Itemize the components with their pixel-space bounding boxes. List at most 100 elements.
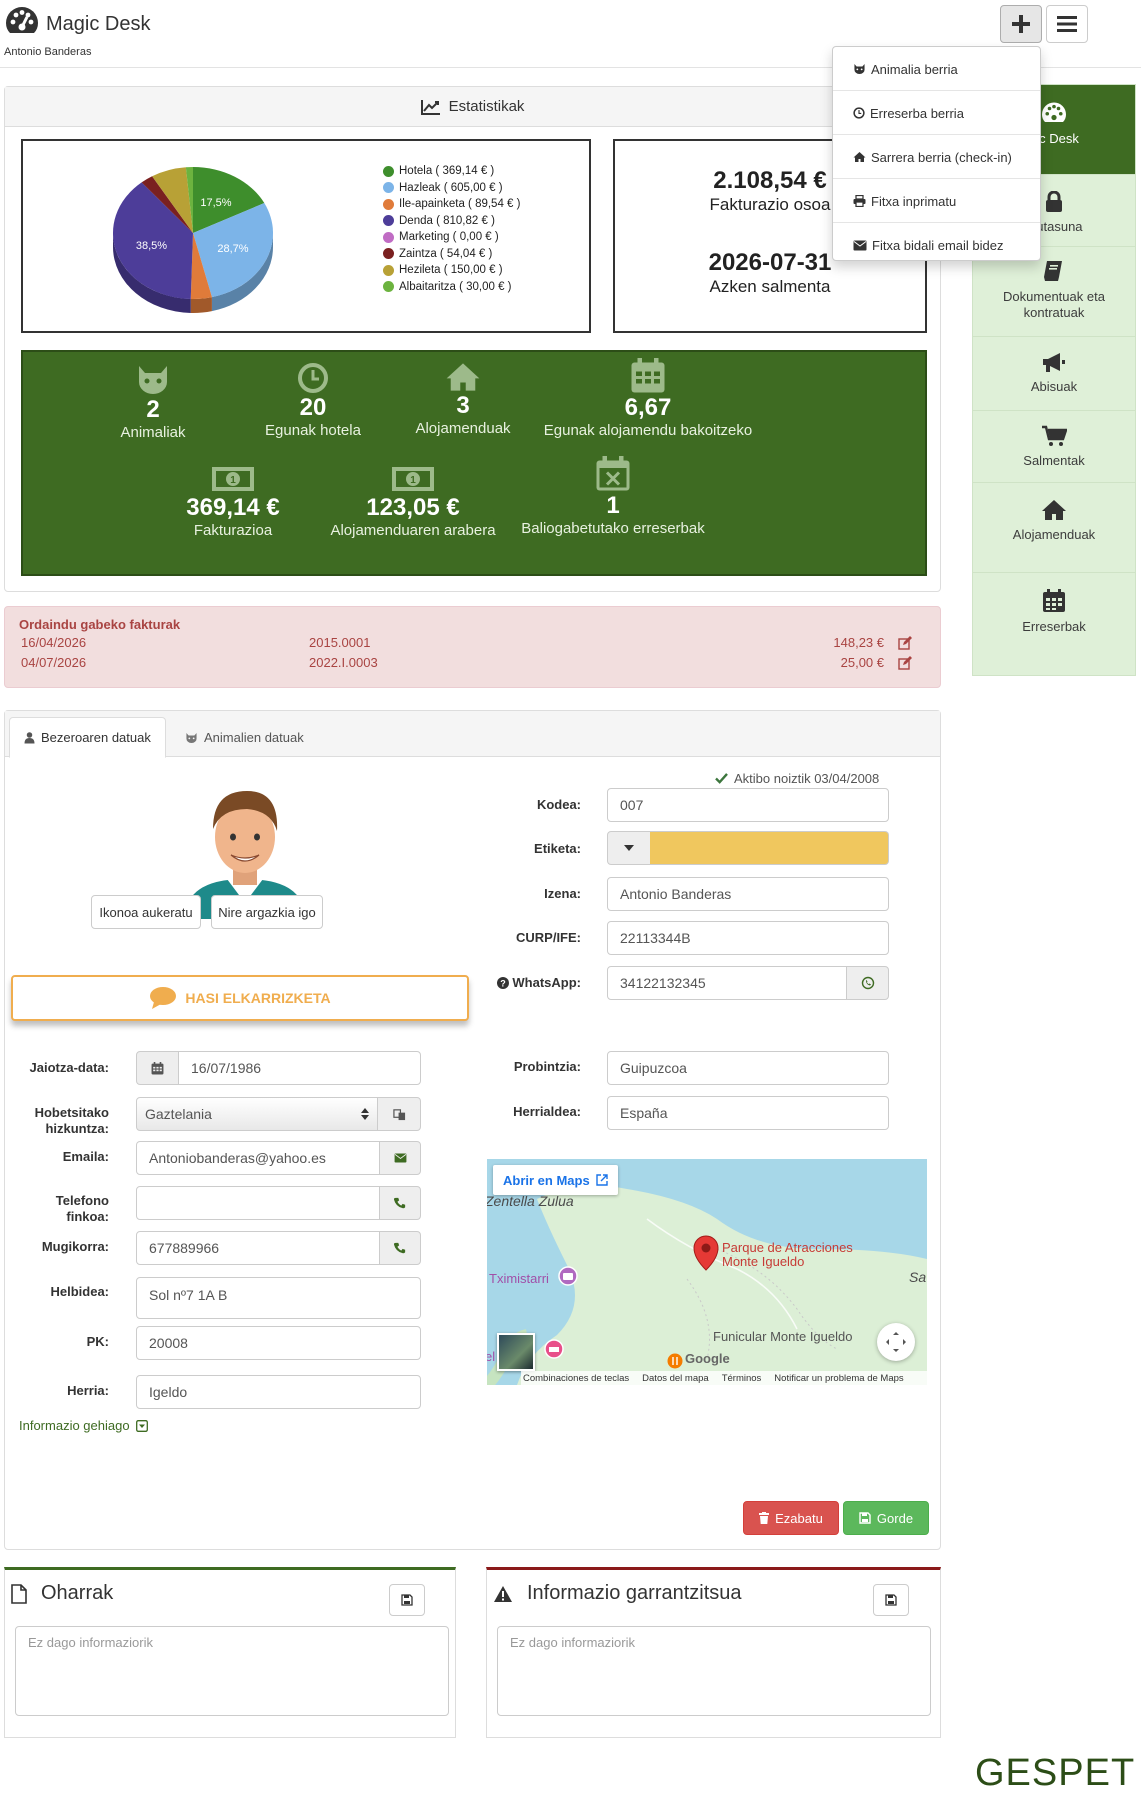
pie-slice-label: 28,7% <box>217 243 248 255</box>
language-select[interactable]: Gaztelania <box>136 1097 378 1131</box>
tab-label: Animalien datuak <box>204 730 304 745</box>
province-field[interactable]: Guipuzcoa <box>607 1051 889 1085</box>
menu-item-new-animal[interactable]: Animalia berria <box>833 47 1040 91</box>
code-field[interactable]: 007 <box>607 788 889 822</box>
curp-field[interactable]: 22113344B <box>607 921 889 955</box>
statistics-title: Estatistikak <box>448 98 525 115</box>
landline-field[interactable] <box>136 1186 380 1220</box>
zip-field[interactable]: 20008 <box>136 1326 421 1360</box>
sidebar-item-reservations[interactable]: Erreserbak <box>973 573 1135 663</box>
sidebar-item-alerts[interactable]: Abisuak <box>973 337 1135 411</box>
street-view-thumbnail[interactable] <box>497 1333 535 1371</box>
map-footer-link[interactable]: Combinaciones de teclas <box>523 1373 629 1384</box>
map-footer-link[interactable]: Términos <box>722 1373 762 1384</box>
table-row: 04/07/2026 2022.I.0003 25,00 € <box>5 655 940 675</box>
location-map[interactable]: Abrir en Maps Zentella Zulua Tximistarri… <box>487 1159 927 1385</box>
caret-down-icon <box>624 845 634 851</box>
line-chart-icon <box>420 99 440 115</box>
legend-entry: Zaintza ( 54,04 € ) <box>383 248 492 260</box>
tab-animal-data[interactable]: Animalien datuak <box>171 717 318 758</box>
kpi-billing-per-accommodation: 1 123,05 € Alojamenduaren arabera <box>323 464 503 539</box>
country-field[interactable]: España <box>607 1096 889 1130</box>
mobile-field[interactable]: 677889966 <box>136 1231 380 1265</box>
menu-toggle-button[interactable] <box>1046 5 1088 43</box>
last-sale-label: Azken salmenta <box>709 277 831 296</box>
call-mobile-button[interactable] <box>379 1231 421 1265</box>
lock-icon <box>1046 191 1062 212</box>
user-icon <box>24 731 35 743</box>
app-title: Magic Desk <box>46 13 151 35</box>
calendar-button[interactable] <box>136 1051 179 1085</box>
map-label: el <box>487 1349 496 1364</box>
sidebar-item-sales[interactable]: Salmentak <box>973 411 1135 483</box>
start-chat-button[interactable]: HASI ELKARRIZKETA <box>11 975 469 1021</box>
translate-icon <box>392 1108 405 1120</box>
kpi-value: 123,05 € <box>366 494 460 521</box>
delete-button[interactable]: Ezabatu <box>743 1501 839 1535</box>
kpi-value: 2 <box>146 396 160 423</box>
call-landline-button[interactable] <box>379 1186 421 1220</box>
book-icon <box>1044 261 1062 281</box>
restaurant-pin-icon[interactable] <box>667 1353 683 1369</box>
save-notes-button[interactable] <box>389 1584 425 1616</box>
city-field[interactable]: Igeldo <box>136 1375 421 1409</box>
tag-dropdown[interactable] <box>607 831 651 865</box>
menu-item-email-record[interactable]: Fitxa bidali email bidez <box>833 223 1040 267</box>
legend-entry: Hotela ( 369,14 € ) <box>383 165 494 177</box>
birth-label: Jaiotza-data: <box>29 1060 109 1075</box>
add-new-button[interactable] <box>1000 5 1042 43</box>
menu-item-print-record[interactable]: Fitxa inprimatu <box>833 179 1040 223</box>
envelope-icon <box>394 1153 406 1163</box>
fullscreen-button[interactable] <box>877 1323 915 1361</box>
floppy-icon <box>885 1594 897 1606</box>
tag-color-swatch[interactable] <box>650 831 889 865</box>
menu-item-new-checkin[interactable]: Sarrera berria (check-in) <box>833 135 1040 179</box>
file-icon <box>11 1583 27 1604</box>
name-field[interactable]: Antonio Banderas <box>607 877 889 911</box>
svg-text:?: ? <box>501 979 507 989</box>
address-field[interactable]: Sol nº7 1A B <box>136 1277 421 1319</box>
camera-pin-icon[interactable] <box>558 1266 578 1286</box>
hotel-pin-icon[interactable] <box>544 1339 564 1359</box>
calendar-icon <box>631 358 665 393</box>
whatsapp-field[interactable]: 34122132345 <box>607 966 847 1000</box>
province-label: Probintzia: <box>513 1059 581 1074</box>
question-circle-icon[interactable]: ? <box>497 977 510 989</box>
menu-item-new-reservation[interactable]: Erreserba berria <box>833 91 1040 135</box>
email-field[interactable]: Antoniobanderas@yahoo.es <box>136 1141 380 1175</box>
map-footer-link[interactable]: Notificar un problema de Maps <box>774 1373 903 1384</box>
important-info-textarea[interactable]: Ez dago informaziorik <box>497 1626 931 1716</box>
kpi-label: Alojamenduaren arabera <box>330 522 496 539</box>
save-button[interactable]: Gorde <box>843 1501 929 1535</box>
map-marker-icon[interactable] <box>692 1235 720 1271</box>
sidebar-item-accommodations[interactable]: Alojamenduak <box>973 483 1135 573</box>
save-important-info-button[interactable] <box>873 1584 909 1616</box>
birth-date-field[interactable]: 16/07/1986 <box>178 1051 421 1085</box>
upload-photo-button[interactable]: Nire argazkia igo <box>211 895 323 929</box>
statistics-panel: Estatistikak 17,5% 28,7% 38,5% Hotela ( 36… <box>4 86 941 592</box>
check-icon <box>715 773 728 784</box>
whatsapp-button[interactable] <box>846 966 889 1000</box>
dashboard-icon <box>1042 102 1066 122</box>
choose-icon-button[interactable]: Ikonoa aukeratu <box>91 895 201 929</box>
edit-icon[interactable] <box>898 656 912 673</box>
comment-icon <box>150 987 177 1009</box>
send-email-button[interactable] <box>379 1141 421 1175</box>
invoice-number: 2022.I.0003 <box>309 655 378 670</box>
legend-entry: Marketing ( 0,00 € ) <box>383 231 499 243</box>
tab-client-data[interactable]: Bezeroaren datuak <box>9 717 166 758</box>
notes-textarea[interactable]: Ez dago informaziorik <box>15 1626 449 1716</box>
home-icon <box>1042 500 1066 520</box>
address-label: Helbidea: <box>50 1284 109 1299</box>
map-footer-link[interactable]: Datos del mapa <box>642 1373 709 1384</box>
warning-icon <box>494 1585 512 1602</box>
more-info-link[interactable]: Informazio gehiago <box>19 1418 148 1433</box>
translate-button[interactable] <box>377 1097 421 1131</box>
floppy-icon <box>401 1594 413 1606</box>
calendar-icon <box>151 1061 164 1074</box>
invoice-number: 2015.0001 <box>309 635 371 650</box>
edit-icon[interactable] <box>898 636 912 653</box>
open-in-maps-link[interactable]: Abrir en Maps <box>493 1165 618 1195</box>
name-label: Izena: <box>544 886 581 901</box>
important-info-title: Informazio garrantzitsua <box>493 1582 742 1605</box>
